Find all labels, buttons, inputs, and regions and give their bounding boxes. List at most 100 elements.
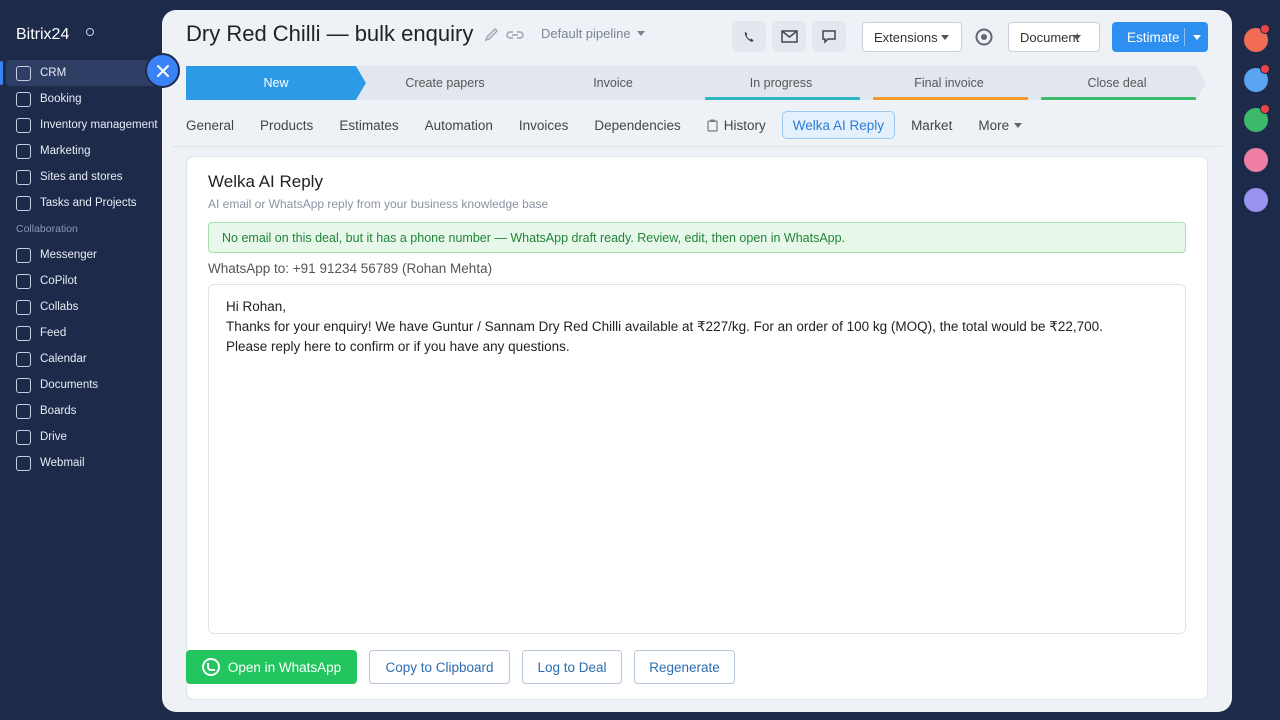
close-icon — [156, 64, 169, 77]
tab-invoices[interactable]: Invoices — [519, 111, 569, 139]
tab-products[interactable]: Products — [260, 111, 313, 139]
tab-general[interactable]: General — [186, 111, 234, 139]
nav-square-icon — [16, 143, 31, 159]
stage-progress-bar — [873, 97, 1028, 100]
sidebar-item-messenger[interactable]: Messenger — [6, 242, 160, 268]
chevron-down-icon — [940, 34, 949, 40]
tab-label: Automation — [424, 117, 493, 133]
pipeline-selector[interactable]: Default pipeline — [541, 26, 645, 41]
sidebar-item-label: CoPilot — [40, 275, 78, 287]
stage-progress-bar — [705, 97, 860, 100]
tab-dependencies[interactable]: Dependencies — [594, 111, 680, 139]
stage-close-deal[interactable]: Close deal — [1028, 66, 1206, 100]
chat-button[interactable] — [812, 21, 846, 52]
tab-market[interactable]: Market — [911, 111, 952, 139]
tab-more[interactable]: More — [978, 111, 1023, 139]
sidebar-item-booking[interactable]: Booking — [6, 86, 160, 112]
nav-square-icon — [16, 91, 31, 107]
nav-square-icon — [16, 325, 31, 341]
open-whatsapp-button[interactable]: Open in WhatsApp — [186, 650, 357, 684]
sidebar-item-sites[interactable]: Sites and stores — [6, 164, 160, 190]
panel-subtitle: AI email or WhatsApp reply from your bus… — [208, 197, 549, 211]
tab-welka-ai-reply[interactable]: Welka AI Reply — [781, 111, 896, 139]
sidebar-item-marketing[interactable]: Marketing — [6, 138, 160, 164]
stage-label: In progress — [749, 76, 813, 90]
tab-label: General — [186, 117, 235, 133]
rail-avatar[interactable] — [1244, 188, 1268, 212]
sidebar-item-tasks[interactable]: Tasks and Projects — [6, 190, 160, 216]
tab-estimates[interactable]: Estimates — [339, 111, 398, 139]
sidebar-item-collabs[interactable]: Collabs — [6, 294, 160, 320]
estimate-dropdown[interactable] — [1185, 34, 1208, 40]
message-editor[interactable]: Hi Rohan, Thanks for your enquiry! We ha… — [208, 284, 1186, 634]
tab-label: More — [978, 117, 1010, 133]
sidebar-item-label: Collabs — [40, 301, 79, 313]
message-line: Hi Rohan, — [226, 299, 287, 314]
sidebar-item-feed[interactable]: Feed — [6, 320, 160, 346]
email-button[interactable] — [772, 21, 806, 52]
stage-create-papers[interactable]: Create papers — [356, 66, 534, 100]
clipboard-icon — [707, 119, 718, 132]
brand-logo[interactable]: Bitrix24 — [16, 26, 69, 44]
tab-automation[interactable]: Automation — [425, 111, 493, 139]
rail-avatar[interactable] — [1244, 148, 1268, 172]
stage-final-invoice[interactable]: Final invoice — [860, 66, 1038, 100]
stage-label: Close deal — [1087, 76, 1147, 90]
sidebar-item-label: Feed — [40, 327, 67, 339]
stage-progress-bar — [1041, 97, 1196, 100]
chevron-down-icon — [1014, 122, 1023, 128]
button-label: Regenerate — [649, 659, 720, 675]
pipeline-label: Default pipeline — [541, 26, 631, 41]
notification-dot-icon — [1260, 104, 1270, 114]
sidebar-item-calendar[interactable]: Calendar — [6, 346, 160, 372]
nav-square-icon — [16, 169, 31, 185]
stage-new[interactable]: New — [186, 66, 366, 100]
page-title: Dry Red Chilli — bulk enquiry — [186, 21, 474, 46]
edit-pencil-icon[interactable] — [484, 27, 499, 46]
copy-to-clipboard-button[interactable]: Copy to Clipboard — [369, 650, 510, 684]
sidebar-section-label: Collaboration — [16, 223, 78, 235]
nav-square-icon — [16, 429, 31, 445]
nav-square-icon — [16, 247, 31, 263]
estimate-label: Estimate — [1127, 29, 1180, 45]
tab-label: History — [723, 117, 766, 133]
sidebar-item-boards[interactable]: Boards — [6, 398, 160, 424]
stage-label: Invoice — [593, 76, 633, 90]
nav-list: CRM Booking Inventory management Marketi… — [6, 60, 160, 476]
nav-square-icon — [16, 377, 31, 393]
sidebar-item-label: Calendar — [40, 353, 87, 365]
stage-in-progress[interactable]: In progress — [692, 66, 870, 100]
sidebar-item-crm[interactable]: CRM — [6, 60, 160, 86]
estimate-button[interactable]: Estimate — [1112, 22, 1208, 52]
sidebar-item-webmail[interactable]: Webmail — [6, 450, 160, 476]
stage-label: New — [263, 76, 289, 90]
close-slider-button[interactable] — [145, 53, 180, 88]
tab-label: Market — [911, 117, 953, 133]
welka-reply-panel: Welka AI Reply AI email or WhatsApp repl… — [186, 156, 1208, 700]
sidebar-item-label: Sites and stores — [40, 171, 123, 183]
regenerate-button[interactable]: Regenerate — [634, 650, 735, 684]
log-to-deal-button[interactable]: Log to Deal — [522, 650, 622, 684]
notification-dot-icon — [1260, 64, 1270, 74]
link-icon[interactable] — [506, 27, 524, 46]
settings-button[interactable] — [974, 27, 994, 52]
stage-invoice[interactable]: Invoice — [524, 66, 702, 100]
document-button[interactable]: Document — [1008, 22, 1100, 52]
message-line: Thanks for your enquiry! We have Guntur … — [226, 319, 1103, 334]
sidebar-item-inventory[interactable]: Inventory management — [6, 112, 160, 138]
sidebar-item-label: Webmail — [40, 457, 85, 469]
call-button[interactable] — [732, 21, 766, 52]
whatsapp-icon — [201, 658, 220, 676]
extensions-button[interactable]: Extensions — [862, 22, 962, 52]
sidebar-item-label: Messenger — [40, 249, 97, 261]
sidebar-item-label: CRM — [40, 67, 67, 79]
sidebar-item-label: Tasks and Projects — [40, 197, 137, 209]
sidebar-item-drive[interactable]: Drive — [6, 424, 160, 450]
tab-history[interactable]: History — [707, 111, 766, 139]
chat-bubble-icon — [822, 30, 836, 44]
sidebar-item-documents[interactable]: Documents — [6, 372, 160, 398]
sidebar-item-label: Boards — [40, 405, 77, 417]
chevron-down-icon — [636, 31, 645, 36]
sidebar-item-copilot[interactable]: CoPilot — [6, 268, 160, 294]
chevron-down-icon — [1073, 34, 1082, 40]
